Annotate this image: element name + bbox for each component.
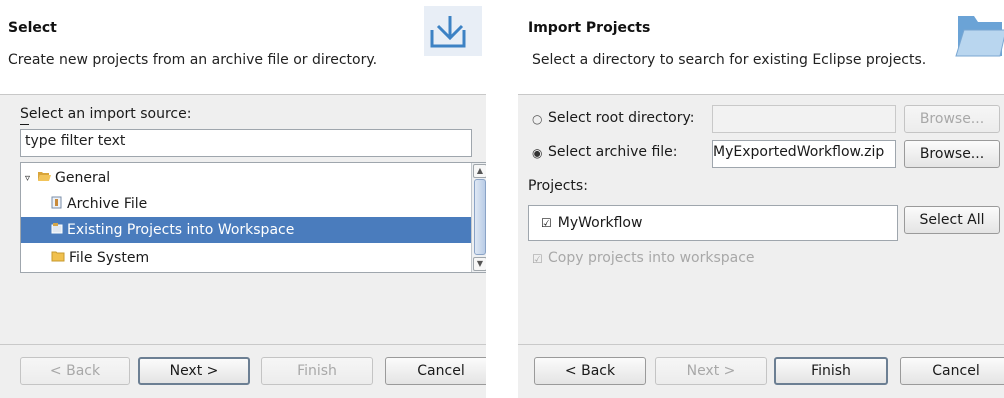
cancel-button[interactable]: Cancel xyxy=(900,357,1004,385)
right-dialog: Import Projects Select a directory to se… xyxy=(518,0,1004,398)
archive-file-label: Select archive file: xyxy=(548,144,678,160)
expand-arrow-icon[interactable]: ▿ xyxy=(25,173,35,184)
copy-projects-label: Copy projects into workspace xyxy=(548,250,755,266)
tree-item-general[interactable]: ▿ General xyxy=(21,165,485,191)
archive-file-input[interactable]: MyExportedWorkflow.zip xyxy=(712,140,896,168)
finish-button[interactable]: Finish xyxy=(261,357,373,385)
back-button[interactable]: < Back xyxy=(534,357,646,385)
checkbox-checked-icon[interactable]: ☑ xyxy=(541,216,552,230)
back-button[interactable]: < Back xyxy=(20,357,130,385)
filter-input[interactable]: type filter text xyxy=(20,129,472,157)
tree-item-label: Archive File xyxy=(67,196,148,212)
tree-item-existing-projects[interactable]: Existing Projects into Workspace xyxy=(21,217,485,243)
select-all-button[interactable]: Select All xyxy=(904,206,1000,234)
left-header: Select Create new projects from an archi… xyxy=(0,0,486,95)
left-dialog: Select Create new projects from an archi… xyxy=(0,0,486,398)
archive-browse-button[interactable]: Browse... xyxy=(904,140,1000,168)
left-header-title: Select xyxy=(8,20,57,36)
project-item[interactable]: ☑ MyWorkflow xyxy=(529,210,897,236)
root-directory-label: Select root directory: xyxy=(548,110,695,126)
project-icon xyxy=(51,222,63,238)
archive-file-radio[interactable]: ◉ xyxy=(532,146,542,160)
tree-item-label: General xyxy=(55,170,111,186)
root-directory-input[interactable] xyxy=(712,105,896,133)
right-header-title: Import Projects xyxy=(528,20,651,36)
mnemonic-underline xyxy=(20,124,29,125)
tree-item-label: File System xyxy=(69,250,150,266)
next-button[interactable]: Next > xyxy=(655,357,767,385)
folder-open-icon xyxy=(37,170,51,186)
right-header-subtitle: Select a directory to search for existin… xyxy=(532,52,927,68)
next-button[interactable]: Next > xyxy=(138,357,250,385)
scroll-up-icon[interactable]: ▲ xyxy=(473,164,486,178)
tree-item-archive-file[interactable]: Archive File xyxy=(21,191,485,217)
copy-checkbox-icon[interactable]: ☑ xyxy=(532,252,543,266)
project-label: MyWorkflow xyxy=(557,215,643,231)
archive-icon xyxy=(51,196,63,213)
projects-list[interactable]: ☑ MyWorkflow xyxy=(528,205,898,241)
cancel-button[interactable]: Cancel xyxy=(385,357,486,385)
panel-gap xyxy=(486,0,518,398)
left-header-subtitle: Create new projects from an archive file… xyxy=(8,52,378,68)
finish-button[interactable]: Finish xyxy=(774,357,888,385)
tree-scrollbar[interactable]: ▲ ▼ xyxy=(471,163,486,272)
import-icon xyxy=(418,2,484,66)
tree-item-label: Existing Projects into Workspace xyxy=(67,222,295,238)
folder-open-icon xyxy=(954,6,1004,64)
import-source-label: Select an import source: xyxy=(20,106,192,122)
tree-item-file-system[interactable]: File System xyxy=(21,245,485,271)
import-source-tree[interactable]: ▿ General Archive File Existing Projects… xyxy=(20,162,486,273)
root-directory-radio[interactable]: ○ xyxy=(532,112,542,126)
folder-icon xyxy=(51,250,65,266)
projects-label: Projects: xyxy=(528,178,588,194)
root-browse-button[interactable]: Browse... xyxy=(904,105,1000,133)
right-header: Import Projects Select a directory to se… xyxy=(518,0,1004,95)
right-separator xyxy=(518,344,1004,345)
left-separator xyxy=(0,344,486,345)
scroll-thumb[interactable] xyxy=(474,179,486,255)
scroll-down-icon[interactable]: ▼ xyxy=(473,257,486,271)
